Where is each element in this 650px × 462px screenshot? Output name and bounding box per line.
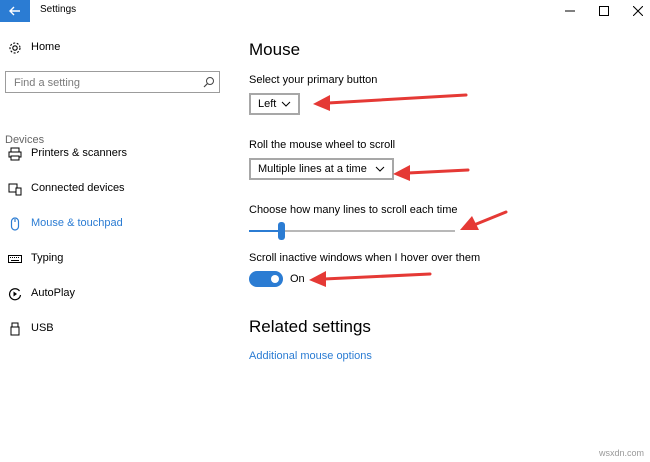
watermark: wsxdn.com bbox=[598, 448, 644, 458]
annotation-arrow-4-head bbox=[309, 271, 326, 287]
annotation-arrow-2 bbox=[406, 168, 470, 175]
annotation-arrow-1 bbox=[326, 93, 468, 105]
annotation-arrow-1-head bbox=[313, 95, 330, 111]
annotation-arrow-3 bbox=[472, 210, 508, 227]
annotation-arrow-4 bbox=[322, 272, 432, 281]
annotation-arrow-2-head bbox=[393, 165, 410, 181]
annotation-arrows bbox=[309, 93, 508, 287]
